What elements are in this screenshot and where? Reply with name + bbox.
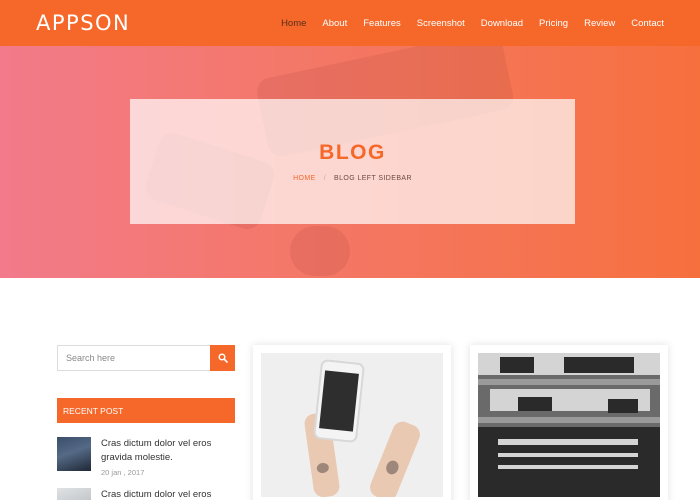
breadcrumb-current: BLOG LEFT SIDEBAR: [334, 175, 412, 182]
hand-right: [367, 418, 423, 497]
recent-post-title[interactable]: Cras dictum dolor vel eros gravida moles…: [101, 437, 235, 465]
page-title: BLOG: [319, 141, 386, 164]
breadcrumb-separator: /: [323, 175, 327, 182]
top-navbar: APPSON Home About Features Screenshot Do…: [0, 0, 700, 46]
nav-screenshot[interactable]: Screenshot: [417, 18, 465, 29]
recent-post-item[interactable]: Cras dictum dolor vel eros gravida moles…: [57, 437, 235, 477]
recent-post-date: 20 jan , 2017: [101, 468, 145, 477]
nav-contact[interactable]: Contact: [631, 18, 664, 29]
post-image[interactable]: [478, 353, 660, 497]
nav-about[interactable]: About: [322, 18, 347, 29]
main-nav: Home About Features Screenshot Download …: [281, 0, 664, 46]
hero-title-card: BLOG HOME / BLOG LEFT SIDEBAR: [130, 99, 575, 224]
nav-download[interactable]: Download: [481, 18, 523, 29]
hero-background-object: [290, 226, 350, 276]
nav-features[interactable]: Features: [363, 18, 401, 29]
recent-post-title[interactable]: Cras dictum dolor vel eros: [101, 488, 211, 500]
smartphone-icon: [312, 358, 366, 444]
recent-post-thumbnail[interactable]: [57, 437, 91, 471]
search-button[interactable]: [210, 345, 235, 371]
recent-post-thumbnail[interactable]: [57, 488, 91, 500]
nav-review[interactable]: Review: [584, 18, 615, 29]
search-icon: [217, 353, 228, 363]
hero-banner: BLOG HOME / BLOG LEFT SIDEBAR: [0, 46, 700, 278]
sidebar-search: [57, 345, 235, 371]
post-image[interactable]: [261, 353, 443, 497]
search-input[interactable]: [58, 346, 210, 370]
site-logo[interactable]: APPSON: [36, 11, 130, 35]
recent-post-item[interactable]: Cras dictum dolor vel eros: [57, 488, 235, 500]
nav-home[interactable]: Home: [281, 18, 306, 29]
blog-post-card[interactable]: [253, 345, 451, 500]
recent-post-heading: RECENT POST: [57, 398, 235, 423]
blog-post-card[interactable]: [470, 345, 668, 500]
breadcrumb-home-link[interactable]: HOME: [293, 175, 316, 182]
breadcrumb: HOME / BLOG LEFT SIDEBAR: [293, 175, 412, 182]
nav-pricing[interactable]: Pricing: [539, 18, 568, 29]
